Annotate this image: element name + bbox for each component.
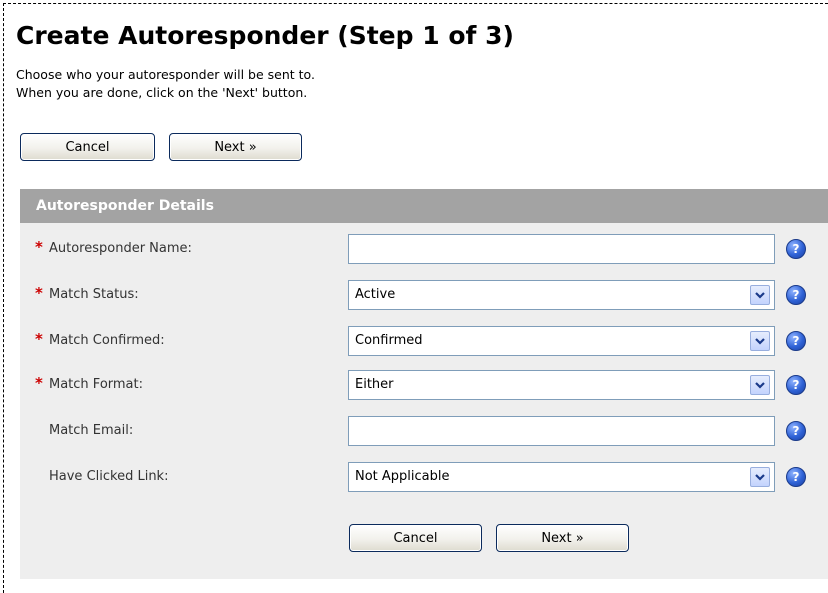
match-email-input[interactable] [348,416,775,446]
question-help-icon[interactable]: ? [786,331,806,351]
match-format-select[interactable]: Either [348,370,775,400]
match-confirmed-select[interactable]: Confirmed [348,326,775,356]
top-next-button[interactable]: Next » [169,133,302,161]
row-have-clicked-link: Have Clicked Link: Not Applicable ? [0,460,828,494]
intro-line-2: When you are done, click on the 'Next' b… [16,85,308,100]
row-match-status: * Match Status: Active ? [0,278,828,312]
section-title: Autoresponder Details [36,198,214,214]
match-status-select[interactable]: Active [348,280,775,310]
autoresponder-name-input[interactable] [348,234,775,264]
intro-line-1: Choose who your autoresponder will be se… [16,67,315,82]
match-confirmed-value: Confirmed [355,333,423,348]
chevron-down-icon[interactable] [750,467,770,487]
match-format-value: Either [355,377,394,392]
have-clicked-link-value: Not Applicable [355,469,450,484]
match-email-label: Match Email: [49,423,134,438]
row-match-format: * Match Format: Either ? [0,368,828,402]
chevron-down-icon[interactable] [750,285,770,305]
row-autoresponder-name: * Autoresponder Name: ? [0,232,828,266]
row-match-confirmed: * Match Confirmed: Confirmed ? [0,324,828,358]
question-help-icon[interactable]: ? [786,285,806,305]
match-status-value: Active [355,287,396,302]
question-help-icon[interactable]: ? [786,375,806,395]
section-header: Autoresponder Details [20,189,828,223]
intro-text: Choose who your autoresponder will be se… [16,66,315,102]
chevron-down-icon[interactable] [750,331,770,351]
question-help-icon[interactable]: ? [786,467,806,487]
required-marker: * [35,330,43,348]
question-help-icon[interactable]: ? [786,239,806,259]
page-title: Create Autoresponder (Step 1 of 3) [16,21,514,50]
required-marker: * [35,284,43,302]
match-confirmed-label: Match Confirmed: [49,333,165,348]
top-cancel-button[interactable]: Cancel [20,133,155,161]
have-clicked-link-label: Have Clicked Link: [49,469,169,484]
bottom-cancel-button[interactable]: Cancel [349,524,482,552]
match-status-label: Match Status: [49,287,139,302]
required-marker: * [35,374,43,392]
match-format-label: Match Format: [49,377,143,392]
have-clicked-link-select[interactable]: Not Applicable [348,462,775,492]
bottom-next-button[interactable]: Next » [496,524,629,552]
row-match-email: Match Email: ? [0,414,828,448]
required-marker: * [35,238,43,256]
question-help-icon[interactable]: ? [786,421,806,441]
chevron-down-icon[interactable] [750,375,770,395]
autoresponder-name-label: Autoresponder Name: [49,241,192,256]
